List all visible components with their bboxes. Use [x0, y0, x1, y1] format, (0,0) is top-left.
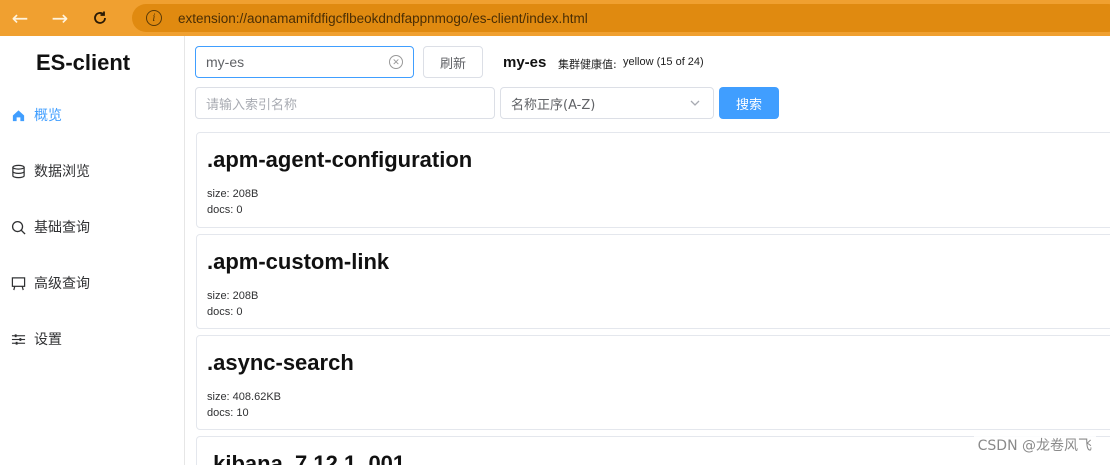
sidebar: ES-client 概览 数据浏览 基础查询 高级查询 设置	[0, 36, 185, 465]
info-icon[interactable]: i	[146, 10, 162, 26]
sort-select[interactable]: 名称正序(A-Z)	[500, 87, 714, 119]
address-bar[interactable]: i extension://aonamamifdfigcflbeokdndfap…	[132, 4, 1110, 32]
clear-icon[interactable]: ✕	[389, 55, 403, 69]
sidebar-item-label: 基础查询	[34, 220, 90, 236]
database-icon	[10, 163, 26, 179]
sidebar-item-label: 概览	[34, 108, 62, 124]
watermark: CSDN @龙卷风飞	[973, 433, 1096, 457]
index-docs: docs: 0	[207, 204, 243, 216]
index-card[interactable]: .async-search size: 408.62KB docs: 10	[196, 335, 1110, 430]
search-button[interactable]: 搜索	[719, 87, 779, 119]
index-docs: docs: 0	[207, 306, 243, 318]
browser-toolbar: ← → i extension://aonamamifdfigcflbeokdn…	[0, 0, 1110, 36]
sliders-icon	[10, 331, 26, 347]
index-name: .apm-agent-configuration	[207, 147, 473, 172]
reload-icon[interactable]	[80, 0, 120, 36]
connection-select[interactable]: my-es ✕	[195, 46, 414, 78]
app-title: ES-client	[36, 50, 131, 75]
sidebar-item-label: 设置	[34, 332, 62, 348]
arrow-right-icon[interactable]: →	[40, 0, 80, 36]
arrow-left-icon[interactable]: ←	[0, 0, 40, 36]
index-name: .async-search	[207, 350, 354, 375]
index-card[interactable]: .apm-custom-link size: 208B docs: 0	[196, 234, 1110, 329]
connection-value: my-es	[206, 54, 245, 70]
index-docs: docs: 10	[207, 407, 249, 419]
sidebar-item-data-browse[interactable]: 数据浏览	[0, 143, 184, 199]
sidebar-item-label: 数据浏览	[34, 164, 90, 180]
chevron-down-icon	[690, 100, 700, 106]
health-label: 集群健康值:	[558, 58, 617, 71]
sort-value: 名称正序(A-Z)	[511, 97, 596, 113]
sidebar-item-label: 高级查询	[34, 276, 90, 292]
board-icon	[10, 275, 26, 291]
health-value: yellow (15 of 24)	[623, 56, 704, 68]
index-card[interactable]: .apm-agent-configuration size: 208B docs…	[196, 132, 1110, 228]
sidebar-item-advanced-query[interactable]: 高级查询	[0, 255, 184, 311]
main-content: my-es ✕ 刷新 my-es 集群健康值: yellow (15 of 24…	[185, 36, 1110, 465]
index-size: size: 208B	[207, 188, 259, 200]
sidebar-item-basic-query[interactable]: 基础查询	[0, 199, 184, 255]
cluster-name: my-es	[503, 54, 547, 71]
sidebar-item-overview[interactable]: 概览	[0, 87, 184, 143]
index-size: size: 408.62KB	[207, 391, 281, 403]
index-search-placeholder: 请输入索引名称	[206, 97, 298, 113]
index-size: size: 208B	[207, 290, 259, 302]
refresh-button[interactable]: 刷新	[423, 46, 483, 78]
home-icon	[10, 107, 26, 123]
index-name: .kibana_7.12.1_001	[207, 451, 406, 465]
search-icon	[10, 219, 26, 235]
sidebar-item-settings[interactable]: 设置	[0, 311, 184, 367]
index-search-input[interactable]: 请输入索引名称	[195, 87, 495, 119]
url-text: extension://aonamamifdfigcflbeokdndfappn…	[178, 10, 588, 26]
index-name: .apm-custom-link	[207, 249, 390, 274]
